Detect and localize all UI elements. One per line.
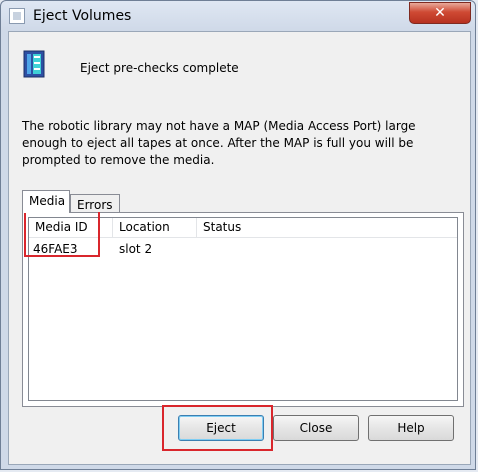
app-icon bbox=[9, 8, 25, 24]
cell-status bbox=[199, 240, 203, 258]
close-icon: ✕ bbox=[434, 5, 446, 21]
tab-errors[interactable]: Errors bbox=[70, 194, 120, 212]
media-id-highlight-box bbox=[24, 210, 100, 257]
eject-highlight-box bbox=[162, 405, 273, 451]
column-header-status[interactable]: Status bbox=[197, 218, 457, 237]
cell-location: slot 2 bbox=[119, 242, 153, 256]
window-title: Eject Volumes bbox=[33, 8, 132, 24]
status-heading: Eject pre-checks complete bbox=[80, 61, 239, 75]
tab-media[interactable]: Media bbox=[22, 190, 70, 213]
help-button[interactable]: Help bbox=[368, 415, 454, 441]
tape-library-icon bbox=[23, 50, 45, 78]
map-warning-message: The robotic library may not have a MAP (… bbox=[22, 119, 416, 167]
column-header-location[interactable]: Location bbox=[113, 218, 197, 237]
window-close-button[interactable]: ✕ bbox=[409, 2, 471, 24]
close-button[interactable]: Close bbox=[273, 415, 359, 441]
title-bar[interactable]: Eject Volumes ✕ bbox=[1, 1, 477, 31]
